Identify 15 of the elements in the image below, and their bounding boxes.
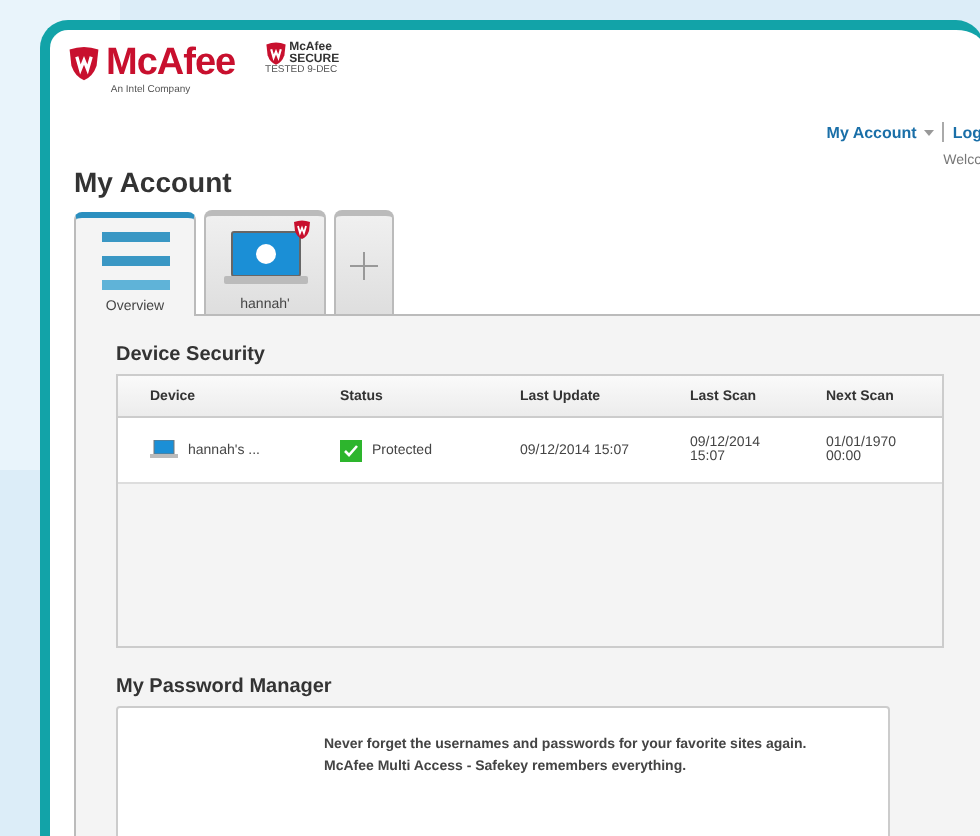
shield-icon [66, 46, 102, 82]
section-title: My Password Manager [116, 676, 334, 698]
header-link[interactable]: Log [952, 123, 980, 141]
list-icon [101, 232, 169, 292]
laptop-icon [150, 440, 178, 460]
shield-icon [292, 220, 312, 240]
section-title: Device Security [116, 344, 267, 366]
caret-icon [924, 129, 935, 135]
shield-icon [263, 42, 288, 66]
header-link[interactable]: My Account [826, 123, 917, 141]
plus-icon [350, 252, 378, 280]
tab[interactable] [334, 210, 394, 314]
page-title: My Account [74, 166, 234, 198]
laptop-icon [221, 226, 309, 290]
brand-logo: McAfee [106, 42, 236, 84]
